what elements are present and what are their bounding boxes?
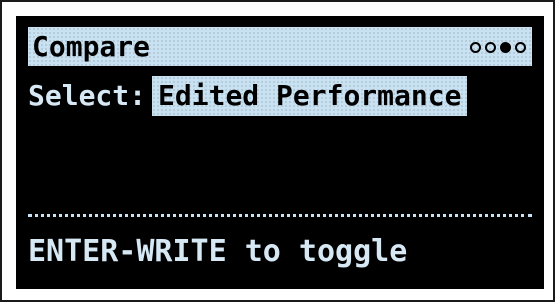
title-bar: Compare — [28, 27, 532, 66]
lcd-screen: Compare Select: Edited Performance ENTER… — [16, 16, 544, 289]
select-value-field[interactable]: Edited Performance — [152, 76, 468, 116]
page-dot — [515, 41, 526, 53]
select-row: Select: Edited Performance — [28, 75, 468, 117]
divider — [28, 214, 532, 217]
page-dot — [470, 41, 481, 53]
page-dot-active — [500, 41, 511, 53]
display-frame: Compare Select: Edited Performance ENTER… — [0, 0, 555, 302]
footer-hint: ENTER-WRITE to toggle — [28, 234, 408, 269]
page-title: Compare — [32, 30, 151, 63]
select-label: Select: — [28, 79, 147, 112]
page-indicator — [470, 40, 526, 54]
page-dot — [485, 41, 496, 53]
